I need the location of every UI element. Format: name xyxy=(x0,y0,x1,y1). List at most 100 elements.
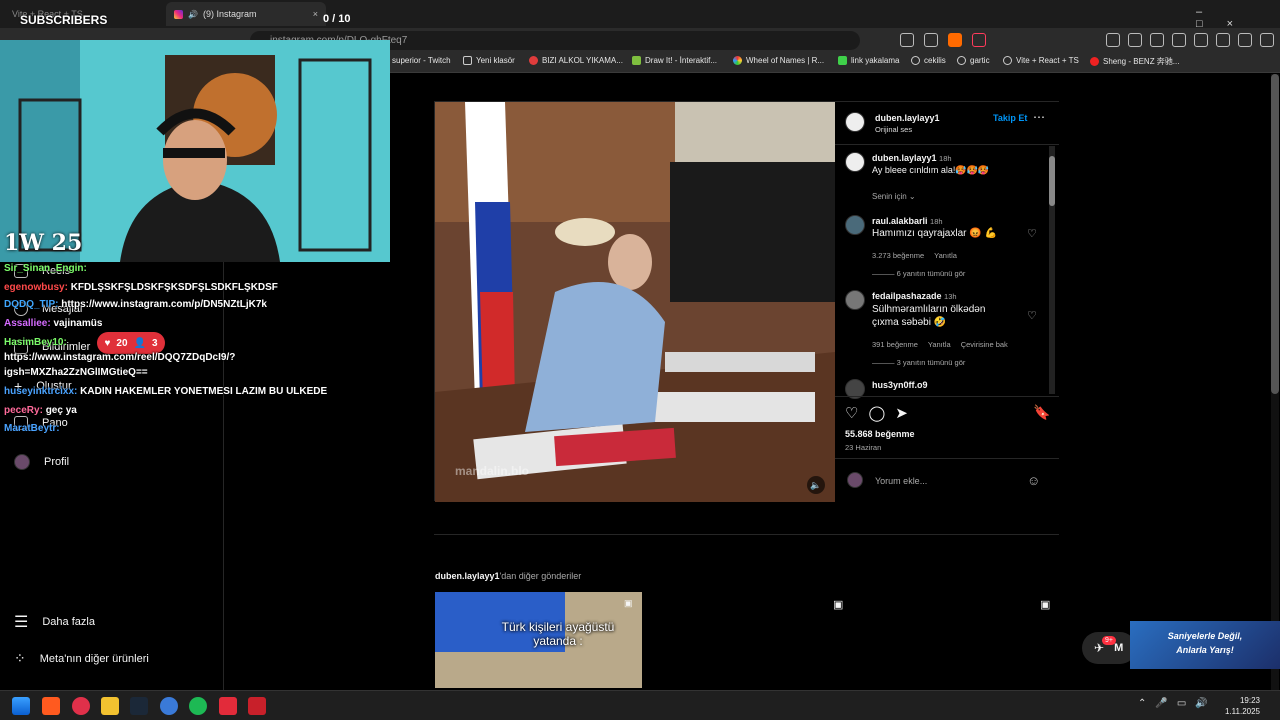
more-button[interactable]: ☰ Daha fazla xyxy=(14,612,95,632)
sidebar-icon[interactable] xyxy=(1172,33,1186,47)
view-replies-button[interactable]: ——— 3 yanıtın tümünü gör xyxy=(872,358,965,367)
bookmark-1[interactable]: Yeni klasör xyxy=(463,56,515,65)
audio-label[interactable]: Orijinal ses xyxy=(875,125,912,134)
rewards-icon[interactable] xyxy=(972,33,986,47)
leo-icon[interactable] xyxy=(1216,33,1230,47)
network-icon[interactable]: ▭ xyxy=(1177,698,1186,709)
grid-icon: ⁘ xyxy=(14,650,26,666)
viewers-icon: 👤 xyxy=(133,337,146,349)
like-icon[interactable]: ♡ xyxy=(845,404,858,422)
comment-likes[interactable]: 3.273 beğenme xyxy=(872,251,924,260)
bookmark-7[interactable]: gartic xyxy=(957,56,990,65)
divider xyxy=(434,534,1059,535)
clock[interactable]: 19:23 1.11.2025 xyxy=(1210,695,1260,717)
view-replies-button[interactable]: ——— 6 yanıtın tümünü gör xyxy=(872,269,965,278)
hamburger-icon: ☰ xyxy=(14,614,29,631)
emoji-icon[interactable]: ☺ xyxy=(1027,473,1040,488)
wheel-icon xyxy=(733,56,742,65)
extension-icon[interactable] xyxy=(1106,33,1120,47)
bookmark-label: Draw It! - İnteraktif... xyxy=(645,56,718,65)
meta-products-button[interactable]: ⁘ Meta'nın diğer ürünleri xyxy=(14,650,149,667)
screenshot-icon[interactable] xyxy=(1128,33,1142,47)
mute-icon[interactable]: 🔈 xyxy=(807,476,825,494)
music-icon[interactable] xyxy=(1150,33,1164,47)
more-posts-author[interactable]: duben.laylayy1 xyxy=(435,571,500,581)
chat-text: igsh=MXZha2ZzNGlIMGtieQ== xyxy=(4,367,148,378)
bookmark-3[interactable]: Draw It! - İnteraktif... xyxy=(632,56,717,65)
bookmark-4[interactable]: Wheel of Names | R... xyxy=(733,56,824,65)
author-avatar[interactable] xyxy=(845,112,865,132)
follow-button[interactable]: Takip Et xyxy=(993,113,1027,123)
page-scrollbar[interactable] xyxy=(1271,74,1279,690)
wallet-icon[interactable] xyxy=(1194,33,1208,47)
close-tab-icon[interactable]: × xyxy=(313,9,318,19)
comment-user[interactable]: hus3yn0ff.o9 xyxy=(872,380,928,390)
file-explorer-icon[interactable] xyxy=(101,697,119,715)
maps-icon[interactable] xyxy=(72,697,90,715)
share-icon[interactable]: ➤ xyxy=(895,404,908,422)
comment-user[interactable]: raul.alakbarli xyxy=(872,216,928,226)
vpn-icon[interactable] xyxy=(1238,33,1252,47)
chevron-up-icon[interactable]: ⌃ xyxy=(1138,698,1146,709)
chat-message: peceRy: geç ya xyxy=(4,405,77,416)
window-controls[interactable]: –□× xyxy=(1196,6,1280,30)
chat-text: https://www.instagram.com/p/DN5NZtLjK7k xyxy=(61,299,267,310)
mic-icon[interactable]: 🎤 xyxy=(1155,698,1167,709)
comment-avatar[interactable] xyxy=(845,215,865,235)
like-comment-icon[interactable]: ♡ xyxy=(1027,309,1037,322)
cast-icon[interactable] xyxy=(900,33,914,47)
comment-icon[interactable]: ◯ xyxy=(868,404,885,422)
save-icon[interactable]: 🔖 xyxy=(1033,404,1050,421)
divider xyxy=(835,396,1059,397)
start-icon[interactable] xyxy=(12,697,30,715)
bookmark-label: Wheel of Names | R... xyxy=(746,56,825,65)
comment-avatar[interactable] xyxy=(845,290,865,310)
steam-icon[interactable] xyxy=(130,697,148,715)
for-you-dropdown[interactable]: Senin için ⌄ xyxy=(872,192,916,201)
messages-fab[interactable]: ✈ M 9+ xyxy=(1082,632,1136,664)
comment-input[interactable]: Yorum ekle... xyxy=(875,476,927,486)
app-icon[interactable] xyxy=(160,697,178,715)
spotify-icon[interactable] xyxy=(189,697,207,715)
brave-shield-icon[interactable] xyxy=(948,33,962,47)
bookmark-label: superior - Twitch xyxy=(392,56,451,65)
more-post-thumb[interactable]: Türk kişileri ayağüstü yatanda : ▣ xyxy=(435,592,642,688)
likes-count[interactable]: 55.868 beğenme xyxy=(845,429,915,439)
menu-icon[interactable] xyxy=(1260,33,1274,47)
likes-count: 20 xyxy=(116,337,128,349)
reply-button[interactable]: Yanıtla xyxy=(928,340,951,349)
bookmark-2[interactable]: BIZI ALKOL YIKAMA... xyxy=(529,56,623,65)
bookmark-0[interactable]: superior - Twitch xyxy=(392,56,451,65)
caption-user[interactable]: duben.laylayy1 xyxy=(872,153,937,163)
comment-user[interactable]: fedailpashazade xyxy=(872,291,942,301)
chat-message: Assalliee: vajinamüs xyxy=(4,318,102,329)
share-icon[interactable] xyxy=(924,33,938,47)
address-actions xyxy=(900,33,986,47)
chat-username: Assalliee: xyxy=(4,318,51,329)
more-options-icon[interactable]: ⋯ xyxy=(1033,110,1045,124)
app-icon[interactable] xyxy=(219,697,237,715)
author-name[interactable]: duben.laylayy1 xyxy=(875,113,940,123)
system-tray[interactable]: ⌃ 🎤 ▭ 🔊 xyxy=(1138,698,1208,709)
sidebar-item-label: Profil xyxy=(44,456,70,468)
comment-likes[interactable]: 391 beğenme xyxy=(872,340,918,349)
bookmark-6[interactable]: cekilis xyxy=(911,56,946,65)
translate-button[interactable]: Çevirisine bak xyxy=(961,340,1008,349)
sidebar-item-profile[interactable]: Profil xyxy=(14,454,69,470)
more-posts-heading: duben.laylayy1'dan diğer gönderiler xyxy=(435,571,581,581)
unread-badge: 9+ xyxy=(1102,636,1116,645)
reply-button[interactable]: Yanıtla xyxy=(934,251,957,260)
globe-icon xyxy=(957,56,966,65)
comments-scrollbar[interactable] xyxy=(1049,146,1055,394)
post-video[interactable]: mandalin.blo 🔈 xyxy=(435,102,835,502)
bookmark-9[interactable]: Sheng - BENZ 奔驰... xyxy=(1090,56,1179,67)
like-comment-icon[interactable]: ♡ xyxy=(1027,227,1037,240)
volume-icon[interactable]: 🔊 xyxy=(1195,698,1207,709)
app-icon[interactable] xyxy=(248,697,266,715)
ad-banner[interactable]: Saniyelerle Değil, Anlarla Yarış! xyxy=(1130,621,1280,669)
tab-instagram[interactable]: 🔊 (9) Instagram × xyxy=(166,2,326,26)
comment-time: 13h xyxy=(944,292,957,301)
bookmark-8[interactable]: Vite + React + TS xyxy=(1003,56,1079,65)
brave-icon[interactable] xyxy=(42,697,60,715)
bookmark-5[interactable]: link yakalama xyxy=(838,56,899,65)
